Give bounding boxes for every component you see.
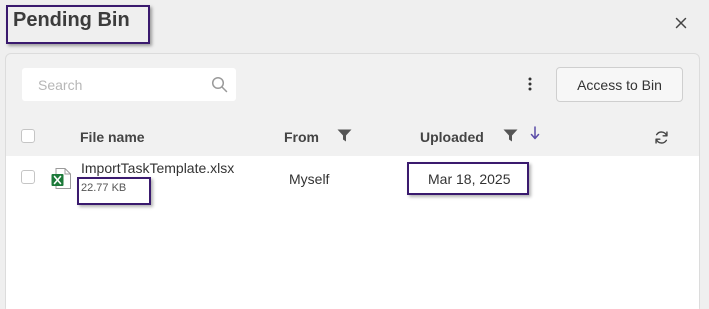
pending-bin-dialog: Pending Bin Access to Bin File name From… bbox=[0, 0, 709, 309]
column-header-from[interactable]: From bbox=[284, 129, 319, 145]
refresh-icon[interactable] bbox=[654, 130, 669, 145]
search-box bbox=[22, 68, 236, 101]
filter-icon[interactable] bbox=[503, 129, 518, 142]
file-size-cell: 22.77 KB bbox=[81, 182, 127, 194]
dialog-title: Pending Bin bbox=[13, 9, 130, 31]
more-vertical-icon bbox=[528, 77, 532, 91]
column-header-uploaded[interactable]: Uploaded bbox=[420, 129, 484, 145]
filter-icon[interactable] bbox=[337, 129, 352, 142]
close-icon bbox=[675, 17, 687, 29]
close-button[interactable] bbox=[670, 12, 692, 34]
column-header-file-name[interactable]: File name bbox=[80, 129, 145, 145]
search-icon[interactable] bbox=[211, 76, 228, 93]
excel-file-icon bbox=[51, 168, 71, 189]
table-header: File name From Uploaded bbox=[6, 118, 699, 156]
uploaded-date-cell: Mar 18, 2025 bbox=[428, 171, 511, 187]
row-checkbox[interactable] bbox=[21, 170, 35, 184]
from-cell: Myself bbox=[289, 171, 330, 187]
more-options-button[interactable] bbox=[520, 74, 540, 94]
file-name-cell[interactable]: ImportTaskTemplate.xlsx bbox=[81, 160, 234, 176]
access-to-bin-button[interactable]: Access to Bin bbox=[556, 67, 683, 102]
search-input[interactable] bbox=[22, 68, 207, 101]
select-all-checkbox[interactable] bbox=[21, 129, 35, 143]
sort-descending-icon[interactable] bbox=[530, 126, 540, 140]
